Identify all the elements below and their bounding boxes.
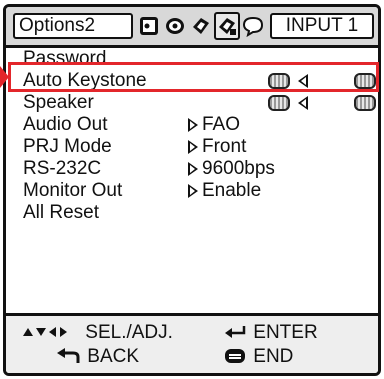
back-key-icon [57, 348, 80, 363]
menu-item-value: FAO [202, 114, 241, 135]
menu-item-all-reset[interactable]: All Reset [6, 202, 378, 224]
menu-item-monitor-out[interactable]: Monitor Out Enable [6, 180, 378, 202]
arrow-right-icon [188, 118, 198, 132]
enter-label: ENTER [253, 322, 318, 343]
menu-item-label: RS-232C [23, 158, 102, 179]
picture-menu-icon[interactable] [136, 12, 162, 40]
menu-item-prj-mode[interactable]: PRJ Mode Front [6, 136, 378, 158]
arrow-right-icon [188, 140, 198, 154]
menu-title: Options2 [13, 13, 133, 39]
options2-menu-icon[interactable] [214, 12, 240, 40]
sel-adj-guide: SEL./ADJ. [22, 322, 173, 344]
end-guide: END [224, 346, 293, 368]
selected-row-highlight [8, 62, 379, 92]
menu-header: Options2 INPUT 1 [6, 7, 378, 48]
menu-item-rs232c[interactable]: RS-232C 9600bps [6, 158, 378, 180]
menu-item-label: Monitor Out [23, 180, 123, 201]
enter-guide: ENTER [224, 322, 318, 344]
off-toggle-icon [268, 95, 290, 111]
back-label: BACK [87, 346, 140, 367]
menu-item-label: All Reset [23, 202, 100, 223]
options2-menu-window: Options2 INPUT 1 Password Auto Keystone … [3, 4, 381, 376]
menu-item-value: 9600bps [202, 158, 275, 179]
menu-item-speaker[interactable]: Speaker [6, 92, 378, 114]
direction-keys-icon [23, 327, 67, 337]
key-guide: SEL./ADJ. ENTER BACK END [6, 313, 378, 373]
back-guide: BACK [56, 346, 139, 368]
language-menu-icon[interactable] [240, 12, 266, 40]
arrow-right-icon [188, 184, 198, 198]
on-toggle-icon [354, 95, 376, 111]
menu-item-label: Speaker [23, 92, 94, 113]
menu-item-value: Enable [202, 180, 262, 201]
sel-adj-label: SEL./ADJ. [85, 322, 173, 343]
pointer-arrow-icon [0, 66, 9, 88]
menu-item-label: Audio Out [23, 114, 108, 135]
menu-item-label: PRJ Mode [23, 136, 112, 157]
input-indicator: INPUT 1 [270, 13, 374, 39]
options1-menu-icon[interactable] [188, 12, 214, 40]
enter-key-icon [225, 326, 246, 338]
end-label: END [253, 346, 294, 367]
menu-item-value: Front [202, 136, 247, 157]
menu-key-icon [225, 349, 245, 363]
arrow-left-icon [298, 96, 308, 110]
sound-menu-icon[interactable] [162, 12, 188, 40]
arrow-right-icon [188, 162, 198, 176]
menu-item-audio-out[interactable]: Audio Out FAO [6, 114, 378, 136]
